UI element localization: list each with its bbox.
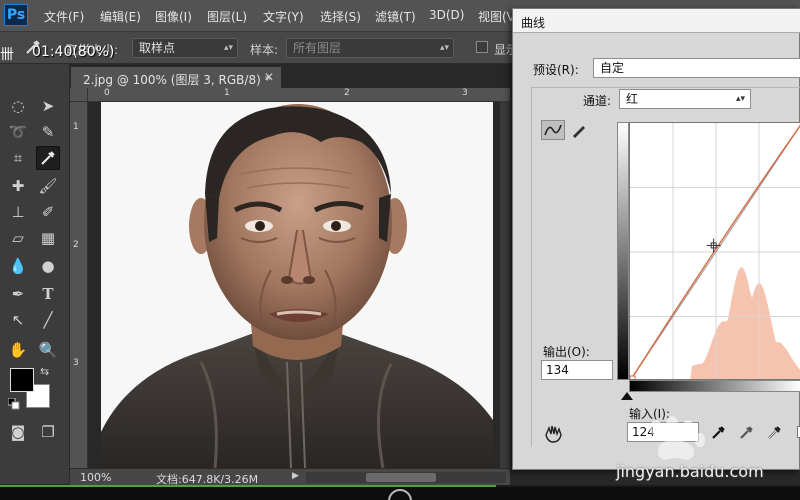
ruler-tick: 3 — [73, 358, 79, 368]
pen-tool-icon[interactable]: ✒ — [6, 282, 30, 306]
black-point-slider-icon[interactable] — [621, 392, 633, 400]
vertical-scrollbar[interactable] — [500, 102, 510, 468]
menu-filter[interactable]: 滤镜(T) — [375, 8, 416, 25]
channel-select[interactable]: 红 ▴▾ — [619, 89, 751, 109]
horizontal-ruler[interactable]: 0 1 2 3 4 — [88, 88, 588, 102]
ruler-tick: 1 — [224, 88, 230, 98]
sample-size-value: 取样点 — [139, 41, 176, 55]
document-tab[interactable]: 2.jpg @ 100% (图层 3, RGB/8) * ✕ — [70, 66, 282, 88]
curve-graph[interactable] — [629, 122, 800, 380]
default-colors-icon[interactable] — [8, 398, 20, 410]
white-point-eyedropper-icon[interactable] — [765, 422, 785, 442]
document-tab-title: 2.jpg @ 100% (图层 3, RGB/8) * — [83, 73, 271, 87]
ruler-origin[interactable] — [70, 88, 88, 102]
close-icon[interactable]: ✕ — [264, 70, 274, 84]
portrait-photo — [101, 102, 493, 468]
quick-mask-icon[interactable]: ◙ — [6, 420, 30, 444]
screen-mode-icon[interactable]: ❐ — [36, 420, 60, 444]
on-image-adjust-hand-icon[interactable] — [543, 423, 565, 443]
pencil-draw-tool-button[interactable] — [569, 122, 587, 140]
dialog-title-bar[interactable]: 曲线 — [513, 9, 800, 33]
show-sampling-ring-checkbox[interactable] — [476, 41, 488, 53]
sample-label: 样本: — [250, 43, 279, 57]
history-brush-tool-icon[interactable]: ✐ — [36, 200, 60, 224]
menu-type[interactable]: 文字(Y) — [263, 8, 304, 25]
menu-file[interactable]: 文件(F) — [44, 8, 84, 25]
preset-value: 自定 — [600, 61, 625, 75]
portrait-image — [101, 104, 493, 468]
curves-dialog: 曲线 预设(R): 自定 通道: 红 ▴▾ 输出(O): 134 输入(I): … — [512, 8, 800, 470]
path-selection-tool-icon[interactable]: ↖ — [6, 308, 30, 332]
sample-size-select[interactable]: 取样点 ▴▾ — [132, 38, 238, 58]
pencil-icon — [573, 126, 585, 138]
channel-value: 红 — [626, 92, 639, 106]
horizontal-scrollbar[interactable] — [306, 472, 506, 483]
menu-select[interactable]: 选择(S) — [320, 8, 361, 25]
curve-wave-icon — [544, 124, 562, 136]
channel-label: 通道: — [583, 94, 612, 108]
status-bar: 100% 文档:647.8K/3.26M ▶ — [70, 468, 510, 486]
quick-selection-tool-icon[interactable]: ✎ — [36, 120, 60, 144]
move-tool-icon[interactable]: ➤ — [36, 94, 60, 118]
brush-tool-icon[interactable]: 🖌 — [36, 174, 60, 198]
video-time-overlay: 01:40(80%) — [32, 44, 115, 60]
menu-image[interactable]: 图像(I) — [155, 8, 192, 25]
output-value-field[interactable]: 134 — [541, 360, 613, 380]
hand-tool-icon[interactable]: ✋ — [6, 338, 30, 362]
blur-tool-icon[interactable]: 💧 — [6, 254, 30, 278]
status-menu-arrow-icon[interactable]: ▶ — [292, 471, 299, 481]
ruler-tick: 2 — [344, 88, 350, 98]
scrollbar-thumb[interactable] — [366, 473, 436, 482]
watermark-text: jingyan.baidu.com — [616, 462, 764, 481]
preset-select[interactable]: 自定 — [593, 58, 800, 78]
swap-colors-icon[interactable]: ⇆ — [40, 365, 49, 378]
preset-label: 预设(R): — [533, 63, 579, 77]
photoshop-logo: Ps — [4, 4, 28, 26]
sample-select[interactable]: 所有图层 ▴▾ — [286, 38, 454, 58]
foreground-color-swatch[interactable] — [10, 368, 34, 392]
line-tool-icon[interactable]: ╱ — [36, 308, 60, 332]
ruler-tick: 3 — [462, 88, 468, 98]
menu-3d[interactable]: 3D(D) — [429, 8, 464, 22]
zoom-tool-icon[interactable]: 🔍 — [36, 338, 60, 362]
output-gradient-bar — [617, 122, 629, 380]
gray-point-eyedropper-icon[interactable] — [737, 422, 757, 442]
healing-brush-tool-icon[interactable]: ✚ — [6, 174, 30, 198]
menu-edit[interactable]: 编辑(E) — [100, 8, 141, 25]
eraser-tool-icon[interactable]: ▱ — [6, 226, 30, 250]
curve-edit-tool-button[interactable] — [541, 120, 565, 140]
input-label: 输入(I): — [629, 407, 670, 421]
curve-graph-svg[interactable] — [630, 123, 800, 380]
vertical-ruler[interactable]: 1 2 3 — [70, 102, 88, 468]
eyedropper-tool-icon[interactable] — [36, 146, 60, 170]
histogram — [690, 266, 800, 379]
lasso-tool-icon[interactable]: ➰ — [6, 120, 30, 144]
input-value-field[interactable]: 124 — [627, 422, 699, 442]
ruler-tick: 1 — [73, 122, 79, 132]
ruler-tick: 0 — [104, 88, 110, 98]
gradient-tool-icon[interactable]: ▦ — [36, 226, 60, 250]
menu-layer[interactable]: 图层(L) — [207, 8, 247, 25]
dialog-title: 曲线 — [521, 16, 546, 30]
output-label: 输出(O): — [543, 345, 590, 359]
marquee-tool-icon[interactable]: ◌ — [6, 94, 30, 118]
video-progress-bar[interactable] — [0, 485, 800, 487]
cut-off-text: 卌 — [0, 47, 14, 63]
select-arrows-icon: ▴▾ — [223, 43, 233, 53]
select-arrows-icon: ▴▾ — [735, 94, 745, 104]
zoom-level[interactable]: 100% — [80, 471, 111, 484]
tools-panel: ◌ ➤ ➰ ✎ ⌗ ✚ 🖌 ⊥ ✐ ▱ ▦ 💧 ● ✒ T ↖ ╱ ✋ 🔍 ◙ … — [0, 64, 70, 484]
select-arrows-icon: ▴▾ — [439, 43, 449, 53]
input-gradient-bar — [629, 380, 800, 392]
ruler-tick: 2 — [73, 240, 79, 250]
sample-value: 所有图层 — [293, 41, 342, 55]
clone-stamp-tool-icon[interactable]: ⊥ — [6, 200, 30, 224]
crop-tool-icon[interactable]: ⌗ — [6, 146, 30, 170]
video-progress-fill — [0, 485, 496, 487]
dodge-tool-icon[interactable]: ● — [36, 254, 60, 278]
black-point-eyedropper-icon[interactable] — [709, 422, 729, 442]
document-canvas[interactable] — [88, 102, 510, 468]
type-tool-icon[interactable]: T — [36, 282, 60, 306]
